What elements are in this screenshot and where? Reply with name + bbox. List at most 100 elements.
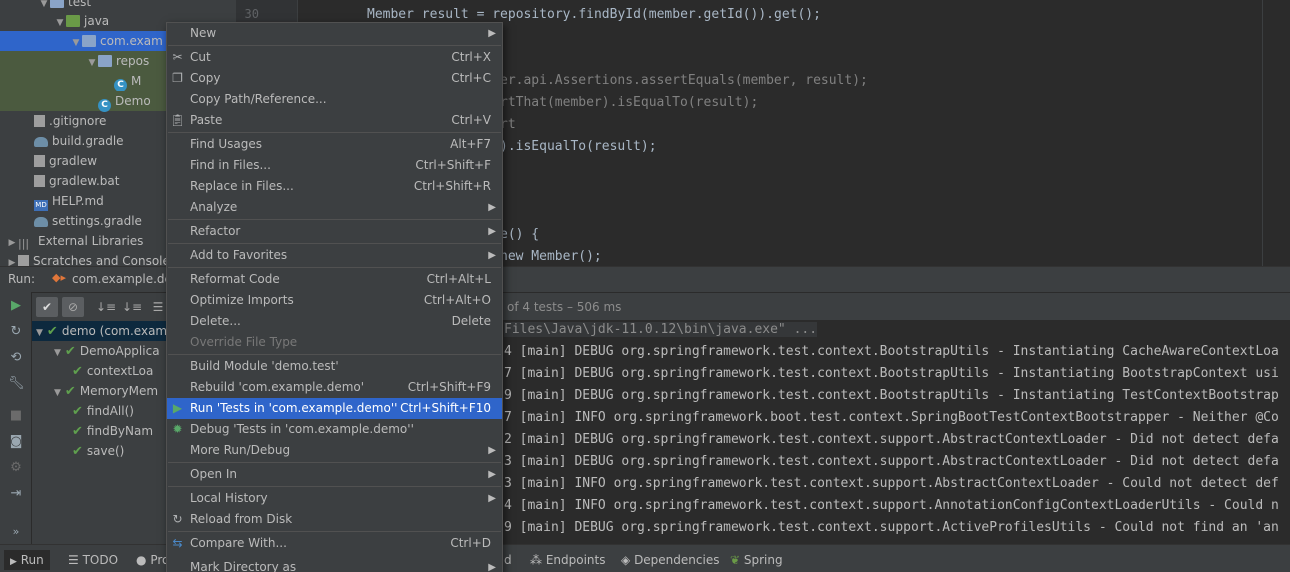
test-row[interactable]: ✔ findByNam xyxy=(32,421,153,441)
chevron-down-icon[interactable]: ▼ xyxy=(54,348,61,358)
tab-spring[interactable]: ❦ Spring xyxy=(730,550,783,570)
test-folder-icon xyxy=(66,15,80,27)
menu-item-label: Add to Favorites xyxy=(190,248,288,262)
test-row[interactable]: ✔ save() xyxy=(32,441,124,461)
code-line: e() { xyxy=(500,227,540,242)
test-label: findAll() xyxy=(86,404,134,418)
tab-todo[interactable]: ☰ TODO xyxy=(68,550,118,570)
menu-item-label: Local History xyxy=(190,491,268,505)
gear-icon[interactable]: ⚙ xyxy=(8,460,24,476)
console-line: 3 [main] INFO org.springframework.test.c… xyxy=(504,476,1279,491)
chevron-right-icon[interactable]: ▶ xyxy=(6,233,18,253)
settings-wrench-icon[interactable]: 🔧︎ xyxy=(8,376,25,392)
test-row[interactable]: ▼ ✔ DemoApplica xyxy=(32,341,160,361)
chevron-down-icon[interactable]: ▼ xyxy=(86,53,98,73)
test-results-tree: ▼ ✔ demo (com.exam ▼ ✔ DemoApplica ✔ contextLoa… xyxy=(32,320,166,544)
menu-item-delete[interactable]: Delete... Delete xyxy=(167,311,502,332)
chevron-right-icon[interactable]: ▶ xyxy=(6,253,18,266)
run-label: Run: xyxy=(8,272,36,286)
tab-endpoints[interactable]: ⁂ Endpoints xyxy=(530,550,606,570)
show-ignored-icon[interactable]: ⊘ xyxy=(62,297,84,317)
tab-hidden[interactable]: d xyxy=(504,550,512,570)
expand-icon[interactable]: ☰ xyxy=(150,297,166,317)
camera-icon[interactable]: ◙ xyxy=(8,434,24,450)
gradle-icon xyxy=(34,137,48,147)
tab-run[interactable]: ▶ Run xyxy=(4,550,50,570)
rerun-icon[interactable]: ▶ xyxy=(8,298,24,314)
sort-alpha-icon[interactable]: ↓≡ xyxy=(96,297,116,317)
menu-item-cut[interactable]: ✂ Cut Ctrl+X xyxy=(167,47,502,68)
sort-duration-icon[interactable]: ↓≡ xyxy=(122,297,142,317)
code-line: new Member(); xyxy=(500,249,602,264)
menu-item-label: Refactor xyxy=(190,224,241,238)
test-label: contextLoa xyxy=(86,364,154,378)
test-label: DemoApplica xyxy=(79,344,160,358)
menu-item-open-in[interactable]: Open In ▶ xyxy=(167,464,502,485)
test-row[interactable]: ✔ contextLoa xyxy=(32,361,153,381)
menu-item-run-tests-in-com-example-demo[interactable]: ▶ Run 'Tests in 'com.example.demo'' Ctrl+S… xyxy=(167,398,502,419)
more-icon[interactable]: » xyxy=(8,524,24,540)
menu-item-label: Optimize Imports xyxy=(190,293,294,307)
menu-item-replace-in-files[interactable]: Replace in Files... Ctrl+Shift+R xyxy=(167,176,502,197)
menu-item-find-in-files[interactable]: Find in Files... Ctrl+Shift+F xyxy=(167,155,502,176)
toggle-auto-test-icon[interactable]: ⟲ xyxy=(8,350,24,366)
passed-check-icon: ✔ xyxy=(72,404,83,419)
passed-check-icon: ✔ xyxy=(72,424,83,439)
menu-item-mark-directory-as[interactable]: Mark Directory as ▶ xyxy=(167,557,502,572)
menu-item-optimize-imports[interactable]: Optimize Imports Ctrl+Alt+O xyxy=(167,290,502,311)
menu-item-label: Cut xyxy=(190,50,211,64)
line-number: 30 xyxy=(244,7,259,21)
code-line: Member result = repository.findById(memb… xyxy=(367,7,821,22)
menu-item-find-usages[interactable]: Find Usages Alt+F7 xyxy=(167,134,502,155)
menu-item-copy[interactable]: ❐ Copy Ctrl+C xyxy=(167,68,502,89)
menu-shortcut: Ctrl+V xyxy=(451,113,491,127)
menu-item-label: Find in Files... xyxy=(190,158,271,172)
menu-item-compare-with[interactable]: ⇆ Compare With... Ctrl+D xyxy=(167,533,502,554)
stop-icon[interactable]: ■ xyxy=(8,408,24,424)
code-line: rtThat(member).isEqualTo(result); xyxy=(500,95,759,110)
spring-icon: ❦ xyxy=(730,553,741,567)
chevron-down-icon[interactable]: ▼ xyxy=(54,13,66,33)
console-line: 9 [main] DEBUG org.springframework.test.… xyxy=(504,520,1279,535)
copy-icon: ❐ xyxy=(172,71,183,85)
menu-shortcut: Delete xyxy=(451,314,491,328)
tree-item-label: Scratches and Console xyxy=(33,254,170,266)
menu-item-reformat-code[interactable]: Reformat Code Ctrl+Alt+L xyxy=(167,269,502,290)
menu-item-copy-path-reference[interactable]: Copy Path/Reference... xyxy=(167,89,502,110)
exit-icon[interactable]: ⇥ xyxy=(8,486,24,502)
menu-item-more-run-debug[interactable]: More Run/Debug ▶ xyxy=(167,440,502,461)
test-row[interactable]: ▼ ✔ demo (com.exam xyxy=(32,321,166,341)
clipboard-icon: 📋︎ xyxy=(170,113,186,127)
show-passed-icon[interactable]: ✔ xyxy=(36,297,58,317)
menu-item-build-module-demo-test[interactable]: Build Module 'demo.test' xyxy=(167,356,502,377)
test-row[interactable]: ✔ findAll() xyxy=(32,401,134,421)
tab-dependencies[interactable]: ◈ Dependencies xyxy=(621,550,719,570)
menu-item-reload-from-disk[interactable]: ↻ Reload from Disk xyxy=(167,509,502,530)
test-row[interactable]: ▼ ✔ MemoryMem xyxy=(32,381,158,401)
file-icon xyxy=(18,255,29,266)
menu-item-label: Mark Directory as xyxy=(190,560,297,572)
chevron-down-icon[interactable]: ▼ xyxy=(70,33,82,53)
menu-item-new[interactable]: New ▶ xyxy=(167,23,502,44)
menu-item-label: Compare With... xyxy=(190,536,287,550)
menu-shortcut: Ctrl+Shift+R xyxy=(413,179,491,193)
chevron-down-icon[interactable]: ▼ xyxy=(36,328,43,338)
tab-problems[interactable]: ● Pro xyxy=(136,550,169,570)
tree-item-label: M xyxy=(131,74,142,88)
file-icon xyxy=(34,115,45,127)
menu-item-paste[interactable]: 📋︎ Paste Ctrl+V xyxy=(167,110,502,131)
test-status: of 4 tests – 506 ms xyxy=(507,300,622,314)
tree-item-label: Demo xyxy=(115,94,151,108)
menu-item-label: Build Module 'demo.test' xyxy=(190,359,339,373)
menu-item-rebuild-com-example-demo[interactable]: Rebuild 'com.example.demo' Ctrl+Shift+F9 xyxy=(167,377,502,398)
menu-item-refactor[interactable]: Refactor ▶ xyxy=(167,221,502,242)
rerun-failed-icon[interactable]: ↻ xyxy=(8,324,24,340)
menu-item-local-history[interactable]: Local History ▶ xyxy=(167,488,502,509)
test-label: save() xyxy=(86,444,125,458)
menu-item-analyze[interactable]: Analyze ▶ xyxy=(167,197,502,218)
chevron-down-icon[interactable]: ▼ xyxy=(54,388,61,398)
menu-item-debug-tests-in-com-example-demo[interactable]: ✹ Debug 'Tests in 'com.example.demo'' xyxy=(167,419,502,440)
menu-item-add-to-favorites[interactable]: Add to Favorites ▶ xyxy=(167,245,502,266)
dependencies-icon: ◈ xyxy=(621,553,631,567)
passed-check-icon: ✔ xyxy=(72,444,83,459)
